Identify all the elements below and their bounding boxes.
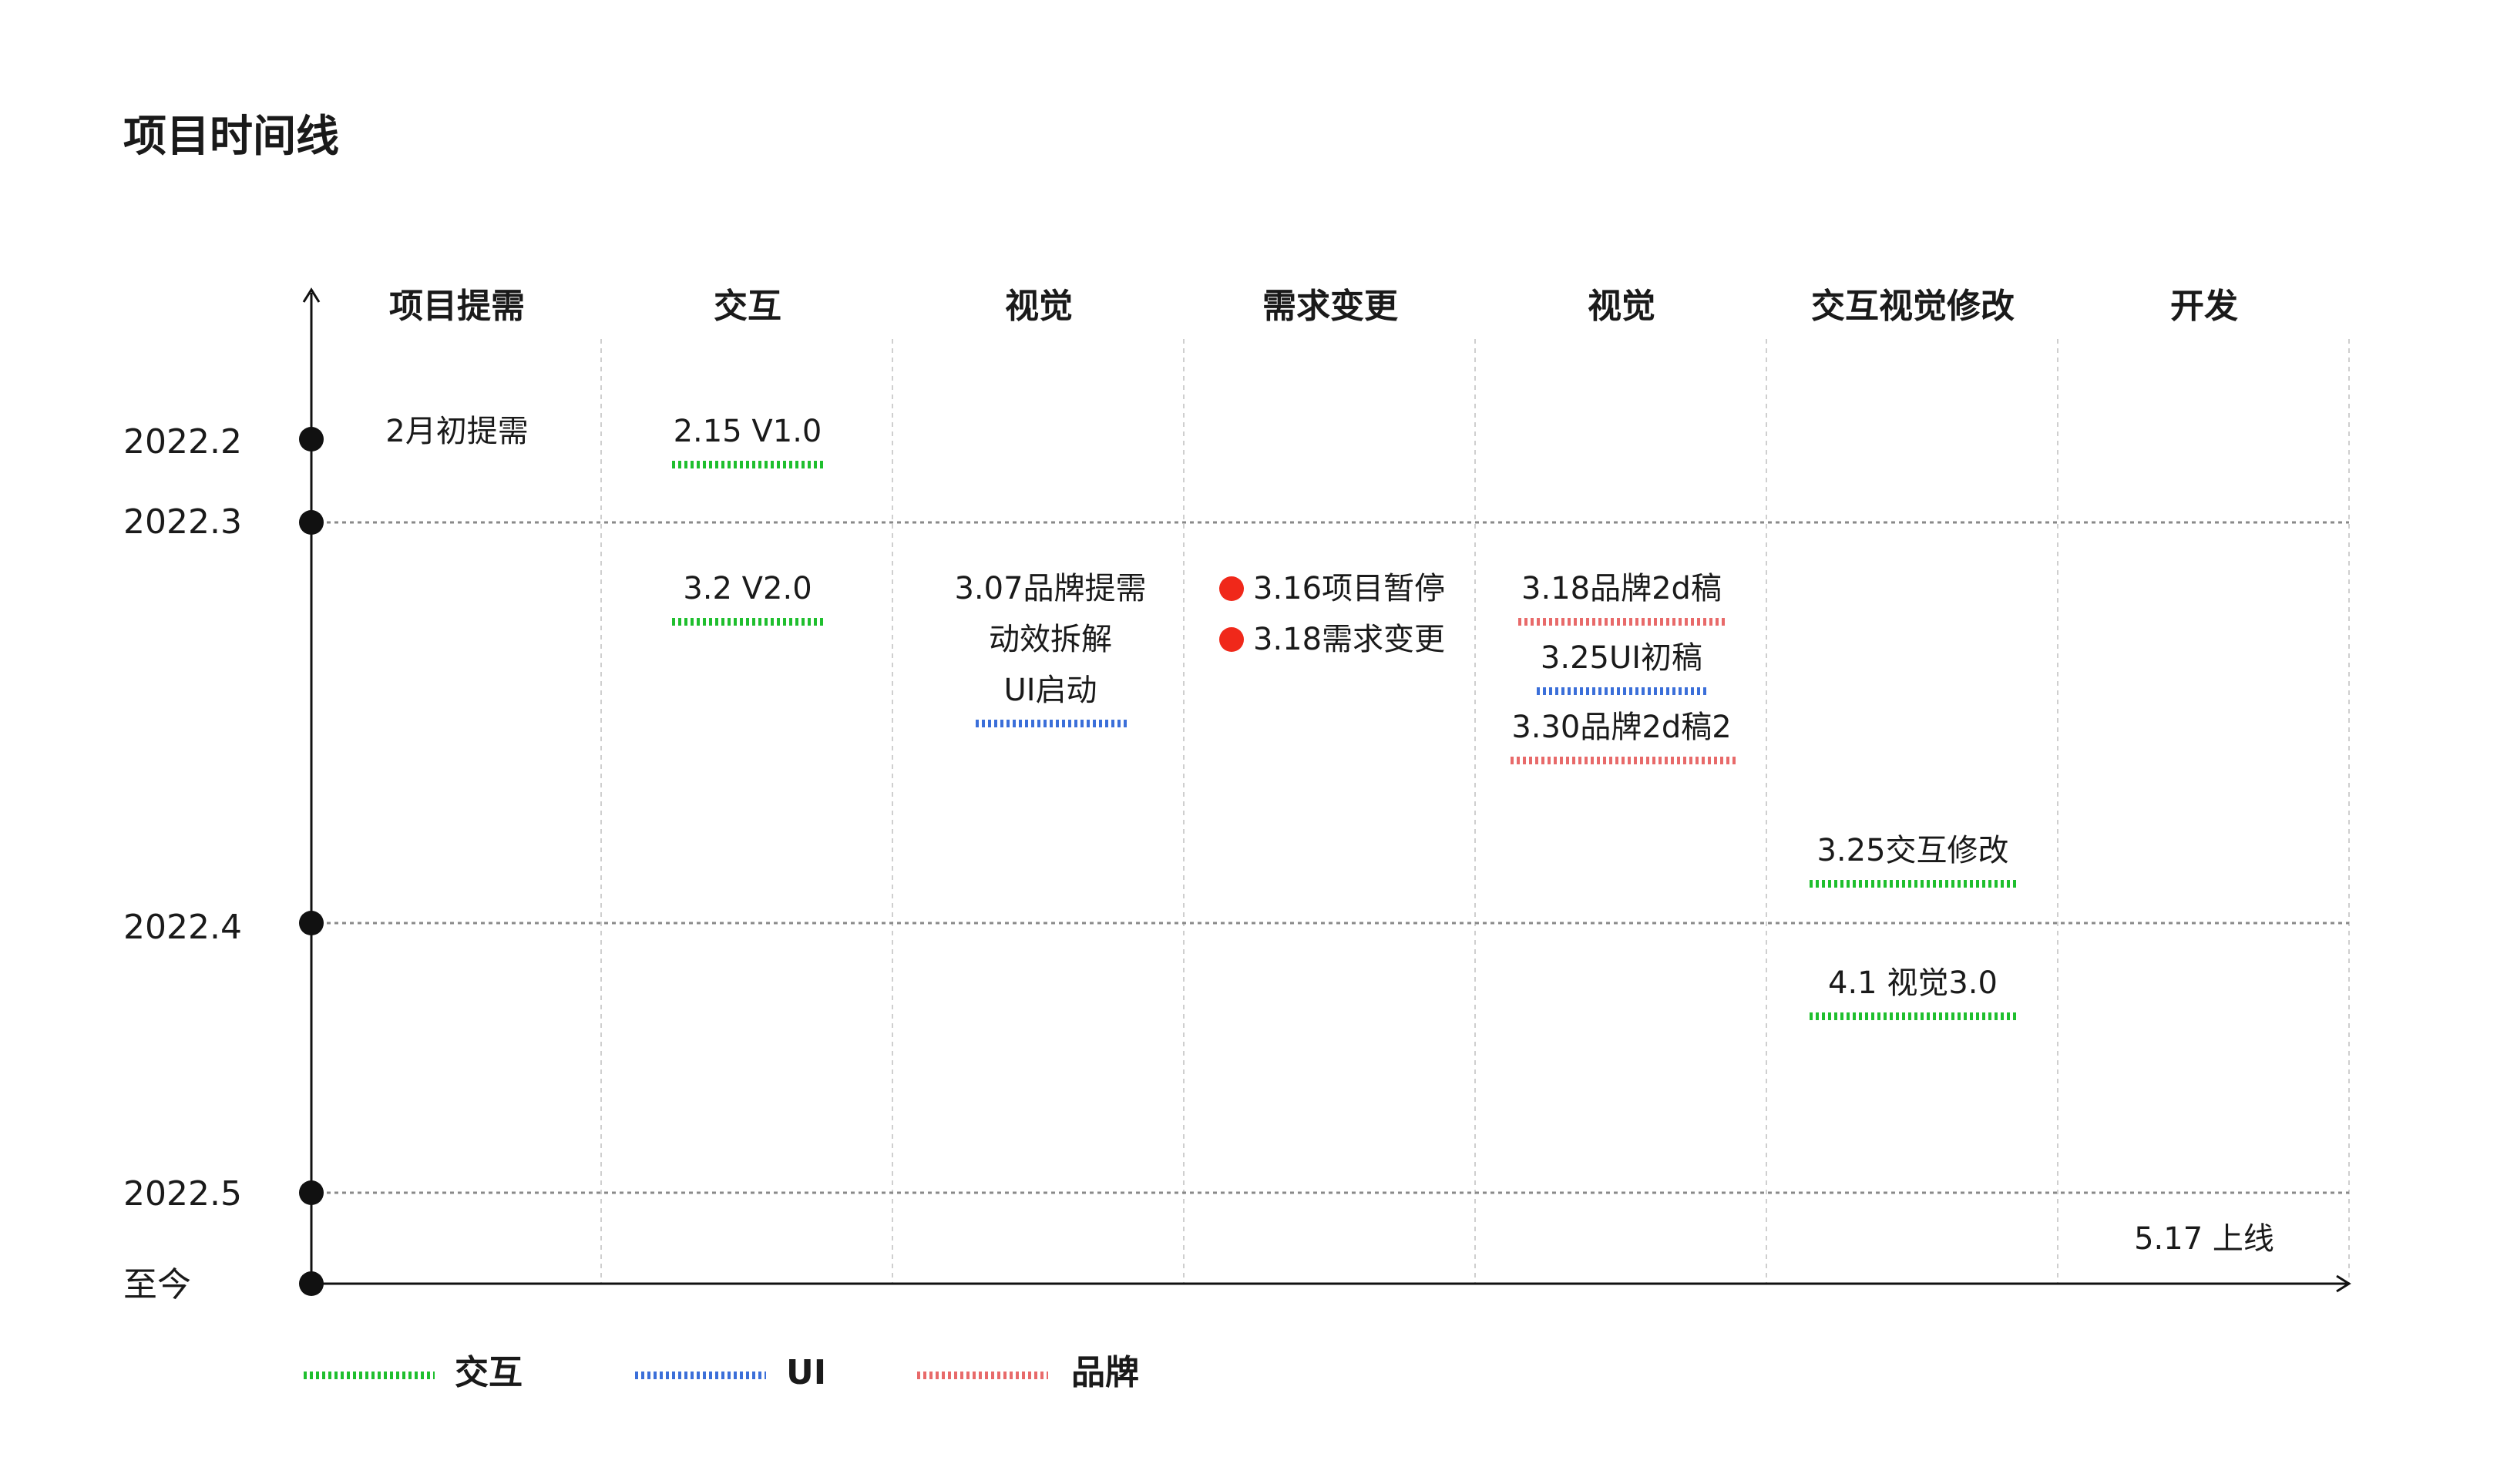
column-header: 交互: [714, 287, 781, 326]
ui-bar: [1537, 687, 1709, 695]
column-header: 需求变更: [1262, 287, 1398, 326]
event-ui-start: UI启动: [1003, 673, 1097, 708]
event-launch: 5.17 上线: [2134, 1221, 2274, 1257]
event-project-paused: 3.16项目暂停: [1253, 571, 1446, 606]
brand-bar: [1518, 618, 1728, 626]
marker-2022-3-icon: [299, 510, 324, 535]
column-header: 视觉: [1005, 287, 1073, 326]
interaction-bar: [672, 618, 823, 626]
legend-label-interaction: 交互: [455, 1353, 523, 1392]
date-label: 至今: [123, 1265, 191, 1304]
legend-label-brand: 品牌: [1071, 1353, 1139, 1392]
column-dividers: [600, 339, 2350, 1284]
event-v1: 2.15 V1.0: [673, 414, 822, 449]
column-header: 项目提需: [389, 287, 525, 326]
event-feb-request: 2月初提需: [385, 414, 529, 449]
alert-dot-icon: [1219, 576, 1244, 601]
date-label: 2022.4: [123, 908, 242, 947]
column-header: 交互视觉修改: [1811, 287, 2015, 326]
event-motion-breakdown: 动效拆解: [989, 622, 1112, 657]
event-v2: 3.2 V2.0: [683, 571, 812, 606]
event-requirement-change: 3.18需求变更: [1253, 622, 1446, 657]
date-label: 2022.3: [123, 502, 242, 542]
timeline-grid: [299, 287, 2351, 1296]
alert-dot-icon: [1219, 627, 1244, 652]
event-brand-2d-draft: 3.18品牌2d稿: [1521, 571, 1722, 606]
column-header: 开发: [2170, 287, 2238, 326]
event-brand-2d-draft-2: 3.30品牌2d稿2: [1511, 710, 1732, 745]
marker-2022-5-icon: [299, 1180, 324, 1205]
event-interaction-revision: 3.25交互修改: [1816, 833, 2009, 868]
interaction-bar: [1810, 880, 2016, 888]
date-label: 2022.2: [123, 422, 242, 462]
marker-now-icon: [299, 1271, 324, 1296]
legend-swatch-brand: [917, 1372, 1048, 1379]
interaction-bar: [1810, 1012, 2016, 1020]
column-header: 视觉: [1588, 287, 1655, 326]
interaction-bar: [672, 461, 823, 468]
ui-bar: [976, 720, 1127, 727]
brand-bar: [1511, 757, 1736, 764]
event-visual-3: 4.1 视觉3.0: [1828, 965, 1998, 1001]
legend-label-ui: UI: [786, 1353, 827, 1392]
date-label: 2022.5: [123, 1174, 242, 1214]
event-ui-first-draft: 3.25UI初稿: [1540, 640, 1703, 676]
event-brand-request: 3.07品牌提需: [954, 571, 1147, 606]
legend-swatch-ui: [635, 1372, 766, 1379]
legend-swatch-interaction: [304, 1372, 435, 1379]
marker-2022-4-icon: [299, 911, 324, 935]
